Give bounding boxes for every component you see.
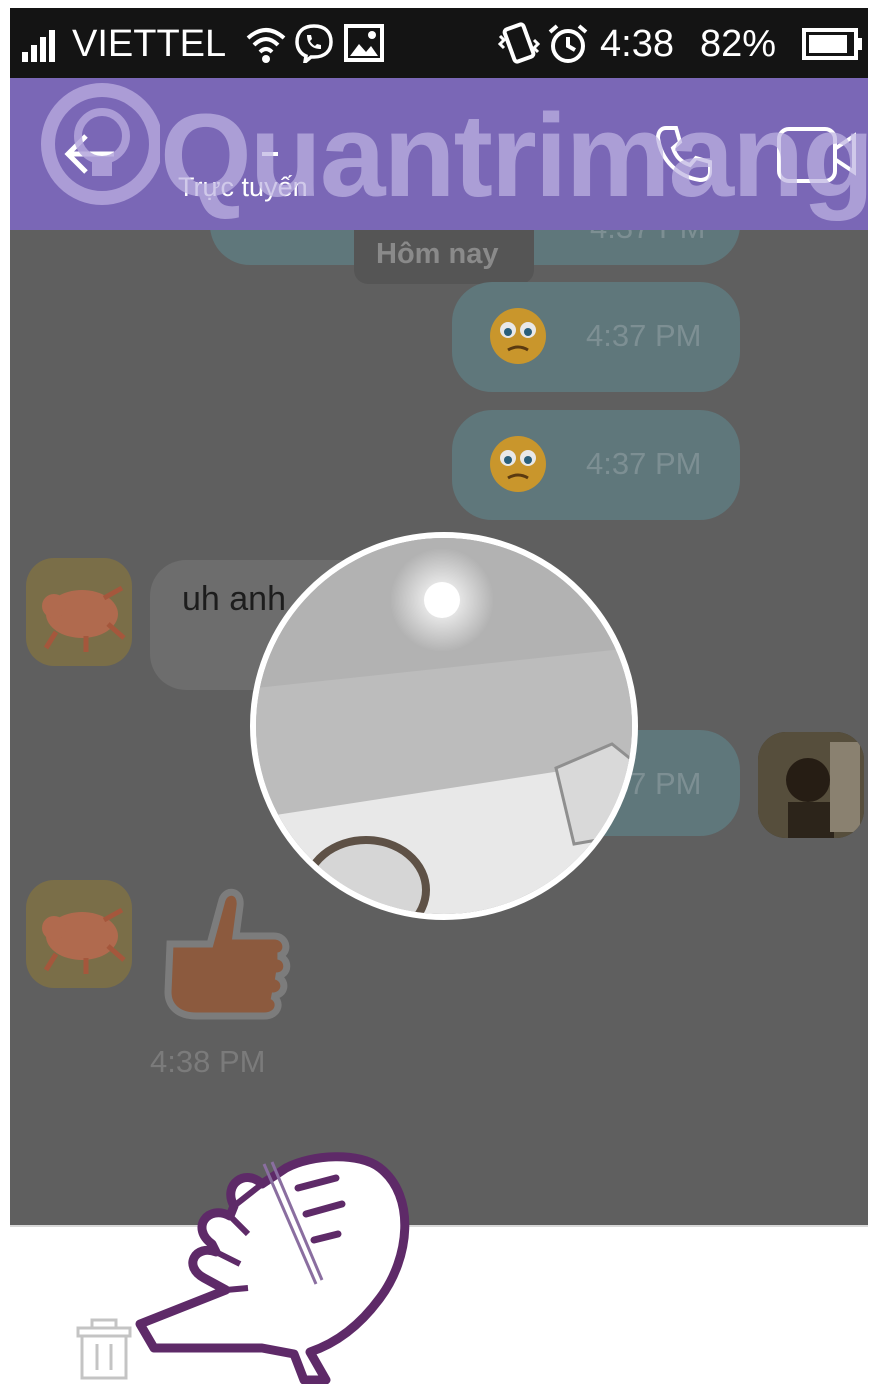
vibrate-icon <box>497 22 540 64</box>
contact-avatar[interactable] <box>26 558 132 666</box>
chat-header: Trực tuyến Quantrimang <box>10 78 870 230</box>
battery-percent: 82% <box>700 23 777 65</box>
pig-avatar-icon <box>42 907 126 974</box>
message-bubble[interactable]: 4:37 PM <box>452 282 740 392</box>
viber-icon <box>295 24 333 63</box>
status-bar: VIETTEL 4:38 82% <box>10 8 868 78</box>
watermark-logo <box>41 83 160 205</box>
video-message-preview[interactable] <box>250 532 638 920</box>
message-time: 4:38 PM <box>150 1044 266 1079</box>
message-text: uh anh <box>182 580 286 618</box>
watermark-text: Quantrimang <box>160 90 870 222</box>
date-label: Hôm nay <box>376 238 499 270</box>
message-time: 4:37 PM <box>586 446 702 481</box>
user-photo-icon <box>758 732 864 838</box>
message-bubble[interactable]: 4:37 PM <box>452 410 740 520</box>
pig-avatar-icon <box>42 585 126 652</box>
clock: 4:38 <box>600 23 674 65</box>
alarm-icon <box>548 24 588 63</box>
carrier-name: VIETTEL <box>72 23 227 65</box>
camera-preview-image <box>256 538 632 914</box>
signal-icon <box>22 30 55 62</box>
message-time: 4:37 PM <box>590 230 705 246</box>
image-icon <box>344 24 384 62</box>
worried-emoji-icon <box>490 308 546 364</box>
my-avatar[interactable] <box>758 732 864 838</box>
thumbs-up-sticker-icon[interactable] <box>156 882 304 1026</box>
worried-emoji-icon <box>490 436 546 492</box>
trash-icon[interactable] <box>74 1318 134 1380</box>
date-separator: Hôm nay <box>354 230 534 284</box>
pointing-hand-icon <box>135 1152 410 1384</box>
message-time: 4:37 PM <box>586 318 702 353</box>
wifi-icon <box>246 28 286 63</box>
contact-avatar[interactable] <box>26 880 132 988</box>
battery-icon <box>802 28 862 60</box>
